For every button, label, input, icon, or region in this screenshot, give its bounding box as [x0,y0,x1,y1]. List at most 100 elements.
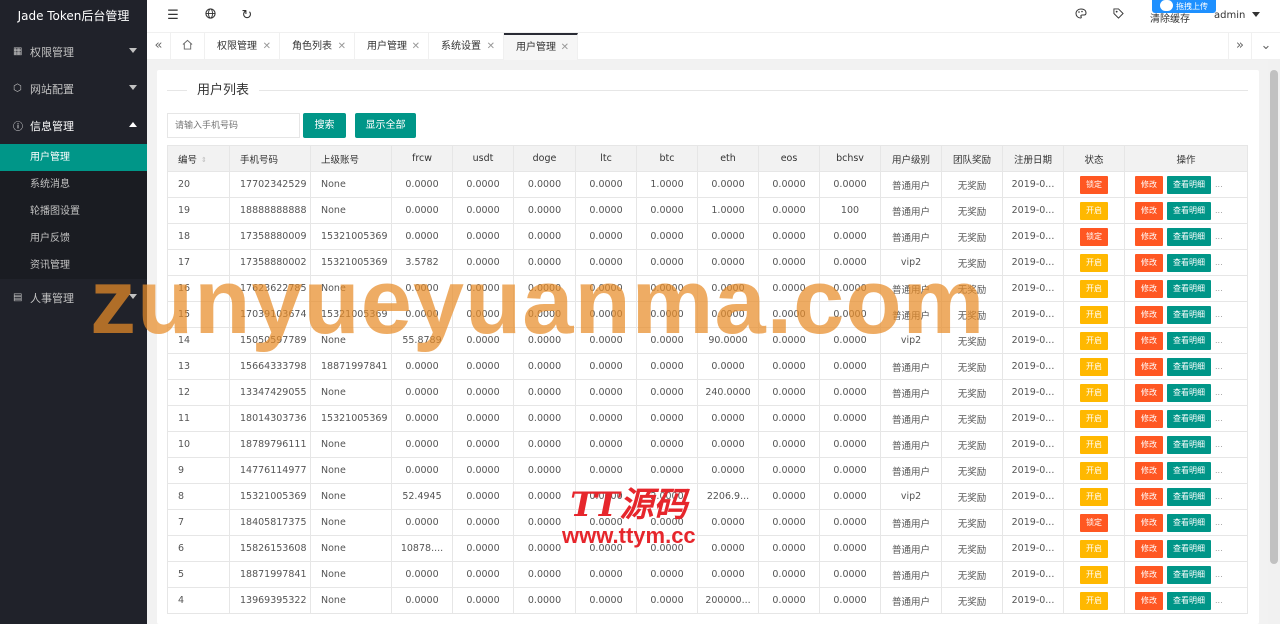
tab-label: 用户管理 [516,42,556,53]
sidebar-group-permissions[interactable]: ▦ 权限管理 [0,33,147,70]
status-toggle-button[interactable]: 开启 [1080,435,1108,454]
status-toggle-button[interactable]: 开启 [1080,201,1108,220]
view-details-button[interactable]: 查看明细 [1167,305,1211,324]
close-icon[interactable]: ✕ [263,33,271,60]
view-details-button[interactable]: 查看明细 [1167,539,1211,558]
edit-button[interactable]: 修改 [1135,591,1163,610]
status-toggle-button[interactable]: 开启 [1080,331,1108,350]
globe-icon[interactable] [202,8,218,24]
edit-button[interactable]: 修改 [1135,357,1163,376]
status-toggle-button[interactable]: 锁定 [1080,227,1108,246]
view-details-button[interactable]: 查看明细 [1167,331,1211,350]
status-toggle-button[interactable]: 锁定 [1080,513,1108,532]
cell-eos: 0.0000 [758,171,820,198]
cell-actions: 修改 查看明细... [1124,379,1248,406]
close-icon[interactable]: ✕ [338,33,346,60]
view-details-button[interactable]: 查看明细 [1167,383,1211,402]
sidebar-group-info[interactable]: ⓘ 信息管理 [0,107,147,144]
status-toggle-button[interactable]: 开启 [1080,279,1108,298]
cell-user-level: 普通用户 [880,301,942,328]
view-details-button[interactable]: 查看明细 [1167,201,1211,220]
view-details-button[interactable]: 查看明细 [1167,487,1211,506]
edit-button[interactable]: 修改 [1135,435,1163,454]
tab-roles[interactable]: 角色列表 ✕ [280,33,355,60]
edit-button[interactable]: 修改 [1135,383,1163,402]
tab-users-active[interactable]: 用户管理 ✕ [504,33,578,60]
palette-icon[interactable] [1073,8,1089,24]
edit-button[interactable]: 修改 [1135,487,1163,506]
sidebar-item-carousel-settings[interactable]: 轮播图设置 [0,198,147,225]
scrollbar-thumb[interactable] [1270,70,1278,564]
status-toggle-button[interactable]: 开启 [1080,409,1108,428]
tab-permissions[interactable]: 权限管理 ✕ [205,33,280,60]
sidebar-item-user-management[interactable]: 用户管理 [0,144,147,171]
close-icon[interactable]: ✕ [487,33,495,60]
view-details-button[interactable]: 查看明细 [1167,357,1211,376]
tab-system-settings[interactable]: 系统设置 ✕ [429,33,504,60]
home-tab-icon[interactable] [171,33,205,60]
header-col-id[interactable]: 编号 ⇕ [167,145,230,172]
view-details-button[interactable]: 查看明细 [1167,565,1211,584]
tabs-scroll-right-icon[interactable]: » [1228,33,1252,60]
search-button[interactable]: 搜索 [303,113,346,138]
status-toggle-button[interactable]: 开启 [1080,487,1108,506]
view-details-button[interactable]: 查看明细 [1167,461,1211,480]
show-all-button[interactable]: 显示全部 [355,113,416,138]
view-details-button[interactable]: 查看明细 [1167,253,1211,272]
view-details-button[interactable]: 查看明细 [1167,435,1211,454]
view-details-button[interactable]: 查看明细 [1167,175,1211,194]
sidebar-item-user-feedback[interactable]: 用户反馈 [0,225,147,252]
edit-button[interactable]: 修改 [1135,201,1163,220]
edit-button[interactable]: 修改 [1135,253,1163,272]
edit-button[interactable]: 修改 [1135,461,1163,480]
status-toggle-button[interactable]: 开启 [1080,539,1108,558]
sidebar-item-system-messages[interactable]: 系统消息 [0,171,147,198]
tag-icon[interactable] [1110,8,1126,24]
status-toggle-button[interactable]: 开启 [1080,591,1108,610]
cell-actions: 修改 查看明细... [1124,509,1248,536]
status-toggle-button[interactable]: 开启 [1080,305,1108,324]
edit-button[interactable]: 修改 [1135,279,1163,298]
view-details-button[interactable]: 查看明细 [1167,591,1211,610]
tab-users[interactable]: 用户管理 ✕ [355,33,429,60]
close-icon[interactable]: ✕ [412,33,420,60]
status-toggle-button[interactable]: 开启 [1080,383,1108,402]
menu-toggle-icon[interactable]: ☰ [165,8,181,24]
sidebar-group-hr[interactable]: ▤ 人事管理 [0,279,147,316]
edit-button[interactable]: 修改 [1135,305,1163,324]
view-details-button[interactable]: 查看明细 [1167,409,1211,428]
view-details-button[interactable]: 查看明细 [1167,513,1211,532]
view-details-button[interactable]: 查看明细 [1167,279,1211,298]
cell-status: 开启 [1063,483,1125,510]
edit-button[interactable]: 修改 [1135,539,1163,558]
header-label: frcw [411,153,433,164]
status-toggle-button[interactable]: 开启 [1080,357,1108,376]
edit-button[interactable]: 修改 [1135,331,1163,350]
phone-search-input[interactable] [167,113,300,138]
status-toggle-button[interactable]: 开启 [1080,565,1108,584]
edit-button[interactable]: 修改 [1135,513,1163,532]
close-icon[interactable]: ✕ [561,35,569,60]
view-details-button[interactable]: 查看明细 [1167,227,1211,246]
sidebar-group-site-config[interactable]: ⬡ 网站配置 [0,70,147,107]
refresh-icon[interactable]: ↻ [239,8,255,24]
tabs-menu-chevron-icon[interactable]: ⌄ [1254,33,1278,60]
edit-button[interactable]: 修改 [1135,565,1163,584]
edit-button[interactable]: 修改 [1135,227,1163,246]
edit-button[interactable]: 修改 [1135,409,1163,428]
cell-id: 16 [167,275,230,302]
status-toggle-button[interactable]: 锁定 [1080,175,1108,194]
status-toggle-button[interactable]: 开启 [1080,253,1108,272]
tabs-scroll-left-icon[interactable]: « [147,33,171,60]
cell-register-date: 2019-0... [1002,405,1064,432]
edit-button[interactable]: 修改 [1135,175,1163,194]
page-scrollbar[interactable] [1268,60,1280,624]
sort-icon[interactable]: ⇕ [201,156,207,164]
drag-upload-badge[interactable]: 拖拽上传 [1152,0,1216,13]
status-toggle-button[interactable]: 开启 [1080,461,1108,480]
sidebar-item-news-management[interactable]: 资讯管理 [0,252,147,279]
cell-user-level: 普通用户 [880,535,942,562]
header-label: 团队奖励 [952,154,991,166]
user-menu[interactable]: admin [1214,10,1260,21]
cell-frcw: 0.0000 [391,197,453,224]
